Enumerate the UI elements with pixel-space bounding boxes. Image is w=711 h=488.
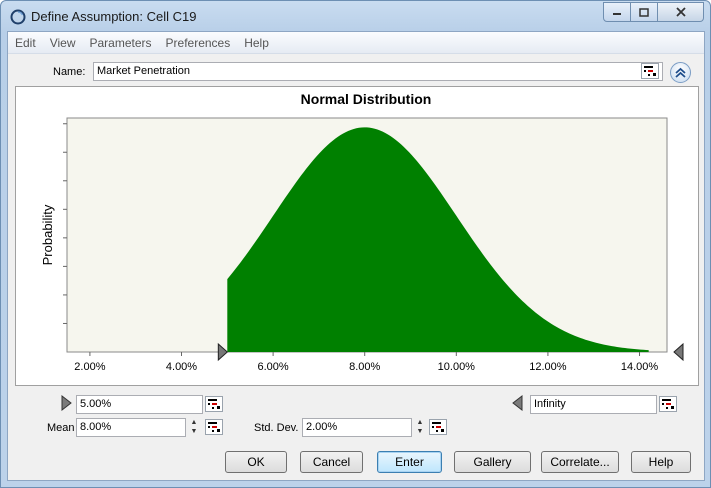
min-bound-input[interactable]: 5.00%: [76, 395, 203, 414]
std-dev-label: Std. Dev.: [254, 422, 299, 434]
cancel-button[interactable]: Cancel: [300, 451, 363, 473]
mean-input[interactable]: 8.00%: [76, 418, 186, 437]
define-assumption-window: Define Assumption: Cell C19 Edit View Pa…: [0, 0, 711, 488]
window-title: Define Assumption: Cell C19: [31, 9, 197, 24]
spin-up-icon[interactable]: ▲: [415, 418, 425, 427]
ok-button[interactable]: OK: [225, 451, 287, 473]
cell-reference-icon: [208, 422, 220, 432]
close-button[interactable]: [658, 2, 704, 22]
x-ticks: 2.00% 4.00% 6.00% 8.00% 10.00% 12.00% 14.00%: [74, 352, 658, 373]
cell-reference-icon: [644, 66, 656, 76]
max-bound-marker[interactable]: [673, 342, 684, 362]
y-axis-label: Probability: [40, 204, 55, 265]
crystal-ball-app-icon: [10, 9, 26, 25]
name-input[interactable]: Market Penetration: [93, 62, 663, 81]
minimize-button[interactable]: [603, 2, 631, 22]
double-chevron-up-icon: [675, 67, 686, 78]
chart-title: Normal Distribution: [301, 91, 432, 107]
name-label: Name:: [53, 66, 86, 78]
menu-bar: Edit View Parameters Preferences Help: [8, 32, 704, 54]
menu-help[interactable]: Help: [237, 36, 276, 50]
x-tick-label: 2.00%: [74, 361, 105, 373]
min-bound-cell-reference-button[interactable]: [205, 396, 223, 412]
spin-down-icon[interactable]: ▼: [415, 427, 425, 436]
dialog-client-area: Edit View Parameters Preferences Help Na…: [7, 31, 705, 481]
x-tick-label: 14.00%: [621, 361, 659, 373]
x-tick-label: 4.00%: [166, 361, 197, 373]
x-tick-label: 12.00%: [529, 361, 567, 373]
menu-edit[interactable]: Edit: [8, 36, 43, 50]
menu-parameters[interactable]: Parameters: [82, 36, 158, 50]
distribution-chart-panel: Normal Distribution Probability 2.00% 4.0…: [15, 86, 699, 386]
max-bound-input[interactable]: Infinity: [530, 395, 657, 414]
minimize-icon: [613, 13, 621, 15]
min-bound-arrow-icon[interactable]: [60, 395, 72, 411]
cell-reference-icon: [208, 399, 220, 409]
mean-spinner[interactable]: ▲ ▼: [189, 418, 199, 437]
std-dev-input[interactable]: 2.00%: [302, 418, 412, 437]
close-icon: [675, 7, 686, 17]
distribution-chart: Normal Distribution Probability 2.00% 4.0…: [40, 91, 684, 373]
mean-cell-reference-button[interactable]: [205, 419, 223, 435]
spin-up-icon[interactable]: ▲: [189, 418, 199, 427]
help-button[interactable]: Help: [631, 451, 691, 473]
cell-reference-icon: [432, 422, 444, 432]
spin-down-icon[interactable]: ▼: [189, 427, 199, 436]
enter-button[interactable]: Enter: [377, 451, 442, 473]
correlate-button[interactable]: Correlate...: [541, 451, 619, 473]
gallery-button[interactable]: Gallery: [454, 451, 531, 473]
max-bound-cell-reference-button[interactable]: [659, 396, 677, 412]
collapse-chart-button[interactable]: [670, 62, 691, 83]
x-tick-label: 10.00%: [438, 361, 476, 373]
menu-view[interactable]: View: [43, 36, 83, 50]
cell-reference-icon: [662, 399, 674, 409]
x-tick-label: 6.00%: [258, 361, 289, 373]
max-bound-arrow-icon[interactable]: [512, 395, 524, 411]
name-cell-reference-button[interactable]: [641, 63, 659, 79]
maximize-button[interactable]: [631, 2, 658, 22]
std-dev-cell-reference-button[interactable]: [429, 419, 447, 435]
title-bar: Define Assumption: Cell C19: [1, 1, 710, 31]
std-dev-spinner[interactable]: ▲ ▼: [415, 418, 425, 437]
mean-label: Mean: [47, 422, 75, 434]
x-tick-label: 8.00%: [349, 361, 380, 373]
maximize-icon: [639, 7, 649, 17]
menu-preferences[interactable]: Preferences: [159, 36, 238, 50]
y-ticks: [63, 123, 67, 324]
